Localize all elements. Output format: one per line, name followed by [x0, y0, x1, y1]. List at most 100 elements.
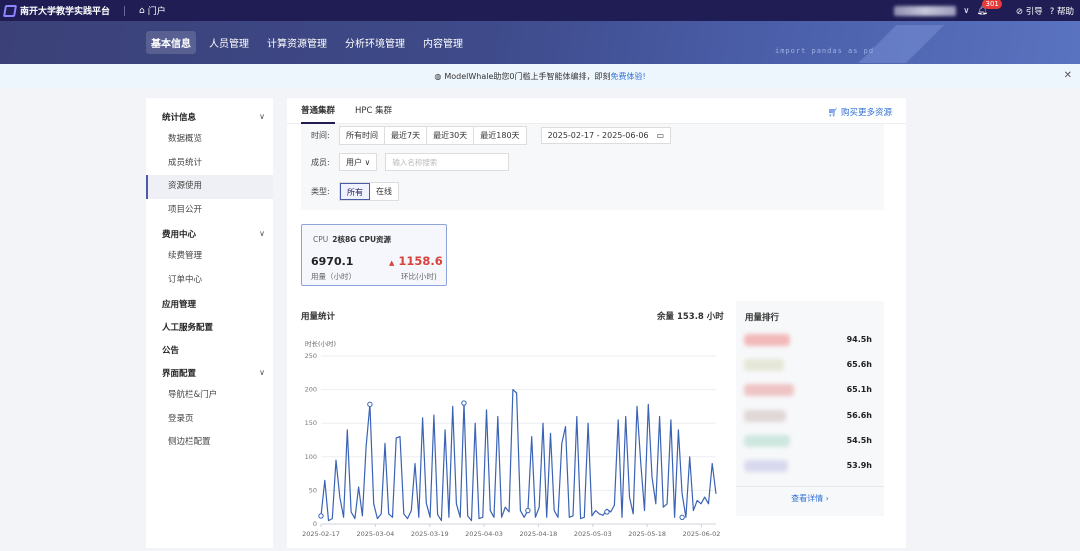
usage-line-chart: 时长(小时) 0 50 100 150 200 250 2025-02-17 2025-03-0… [302, 339, 721, 538]
resource-card-title: CPU 2核8G CPU资源 [313, 234, 391, 245]
resource-name: 2核8G CPU资源 [332, 235, 392, 244]
x-tick-label: 2025-06-02 [683, 530, 721, 538]
chevron-up-icon: ∨ [259, 112, 265, 121]
sidebar-group-ui-config[interactable]: 界面配置 ∨ [146, 361, 273, 384]
notice-text: ModelWhale助您0门槛上手智能体编排，即刻 [444, 71, 611, 81]
ranking-value: 53.9h [846, 461, 872, 470]
guide-link[interactable]: ⊘ 引导 [1016, 5, 1043, 17]
sidebar-group-label: 人工服务配置 [162, 322, 214, 333]
usage-label: 用量（小时） [311, 272, 356, 281]
ranking-name-blurred [744, 384, 794, 396]
type-label: 类型: [311, 187, 330, 196]
ranking-row: 94.5h [742, 332, 872, 348]
time-option-30d[interactable]: 最近30天 [427, 127, 475, 144]
ranking-name-blurred [744, 359, 784, 371]
help-link[interactable]: ? 帮助 [1050, 5, 1074, 17]
x-tick-label: 2025-02-17 [302, 530, 340, 538]
resource-tag: CPU [313, 235, 329, 244]
change-value: 1158.6 [398, 254, 443, 268]
buy-label: 购买更多资源 [840, 108, 892, 118]
sidebar-item-login-page[interactable]: 登录页 [146, 408, 273, 432]
sidebar-item-member-stats[interactable]: 成员统计 [146, 152, 273, 176]
resource-card[interactable]: CPU 2核8G CPU资源 6970.1 用量（小时） ▲ 1158.6 环比(… [301, 224, 447, 286]
brand-name: 南开大学教学实践平台 [20, 7, 111, 17]
member-label: 成员: [311, 157, 330, 167]
y-tick-label: 150 [305, 419, 317, 427]
ranking-value: 65.1h [846, 385, 872, 394]
sidebar-item-sidebar-config[interactable]: 侧边栏配置 [146, 431, 273, 455]
chevron-down-icon: ∨ [364, 158, 371, 167]
nav-analysis-env[interactable]: 分析环境管理 [340, 31, 410, 54]
chevron-down-icon[interactable]: ∨ [963, 6, 969, 16]
sidebar-item-resource-usage[interactable]: 资源使用 [146, 175, 273, 199]
ranking-value: 54.5h [846, 436, 872, 445]
y-tick-label: 100 [305, 453, 317, 461]
nav-basic-info[interactable]: 基本信息 [146, 30, 196, 54]
banner-code-text: import pandas as pd [775, 47, 875, 55]
sidebar-item-project-public[interactable]: 项目公开 [146, 199, 273, 223]
data-point [679, 514, 685, 520]
sidebar-item-renewal[interactable]: 续费管理 [146, 245, 273, 269]
view-details-link[interactable]: 查看详情 › [736, 486, 884, 504]
calendar-icon: ▭ [656, 131, 665, 140]
sidebar-item-navbar-portal[interactable]: 导航栏&门户 [146, 384, 273, 408]
tab-hpc-cluster[interactable]: HPC 集群 [355, 98, 392, 124]
time-filter-row: 时间: 所有时间 最近7天 最近30天 最近180天 2025-02-17 - … [311, 126, 672, 145]
main-content: 普通集群 HPC 集群 🛒︎ 购买更多资源 时间: 所有时间 最近7天 最近30… [287, 98, 906, 548]
sidebar-item-orders[interactable]: 订单中心 [146, 269, 273, 293]
sidebar-group-stats[interactable]: 统计信息 ∨ [146, 105, 273, 128]
type-option-online[interactable]: 在线 [370, 183, 398, 200]
tab-normal-cluster[interactable]: 普通集群 [301, 98, 336, 124]
cluster-tabs: 普通集群 HPC 集群 [287, 98, 906, 124]
sidebar-item-data-overview[interactable]: 数据概览 [146, 128, 273, 152]
change-label: 环比(小时) [401, 272, 437, 281]
ranking-row: 54.5h [742, 433, 872, 449]
username-blurred[interactable] [894, 5, 957, 16]
sidebar-group-billing[interactable]: 费用中心 ∨ [146, 222, 273, 245]
nav-content[interactable]: 内容管理 [418, 31, 468, 54]
ranking-name-blurred [744, 410, 786, 422]
ranking-title: 用量排行 [745, 313, 780, 323]
notice-link[interactable]: 免费体验! [610, 71, 645, 82]
nav-compute[interactable]: 计算资源管理 [262, 31, 332, 54]
member-search-input[interactable]: 输入名称搜索 [385, 153, 510, 171]
nav-personnel[interactable]: 人员管理 [204, 31, 254, 54]
type-option-all[interactable]: 所有 [340, 183, 370, 200]
time-option-7d[interactable]: 最近7天 [385, 127, 428, 144]
sidebar-group-label: 界面配置 [162, 368, 197, 379]
ranking-row: 53.9h [742, 458, 872, 474]
x-tick-label: 2025-03-04 [356, 530, 394, 538]
ranking-row: 65.6h [742, 357, 872, 373]
time-option-all[interactable]: 所有时间 [340, 127, 385, 144]
sidebar-group-apps[interactable]: 应用管理 [146, 292, 273, 315]
usage-ranking-panel: 用量排行 94.5h 65.6h 65.1h 56.6h 54.5h 53.9h… [736, 301, 884, 516]
ranking-row: 56.6h [742, 408, 872, 424]
data-point [604, 509, 610, 515]
date-range-picker[interactable]: 2025-02-17 - 2025-06-06 ▭ [540, 127, 672, 144]
sidebar-group-announcement[interactable]: 公告 [146, 338, 273, 361]
buy-more-resources-link[interactable]: 🛒︎ 购买更多资源 [827, 106, 892, 118]
change-value-wrap: ▲ 1158.6 [389, 254, 443, 268]
y-tick-label: 200 [305, 386, 317, 394]
sidebar-group-manual-service[interactable]: 人工服务配置 [146, 315, 273, 338]
member-select-value: 用户 [346, 158, 362, 167]
type-segment: 所有 在线 [339, 182, 399, 201]
x-tick-label: 2025-05-18 [628, 530, 666, 538]
ranking-name-blurred [744, 460, 788, 472]
balance-text: 余量 153.8 小时 [657, 312, 724, 322]
divider [124, 5, 126, 16]
chevron-up-icon: ∨ [259, 229, 265, 238]
usage-series-line [320, 388, 717, 522]
brand[interactable]: 南开大学教学实践平台 [2, 4, 111, 17]
x-tick-label: 2025-04-03 [465, 530, 503, 538]
member-type-select[interactable]: 用户 ∨ [339, 153, 378, 171]
time-segment: 所有时间 最近7天 最近30天 最近180天 [339, 126, 527, 145]
y-tick-label: 250 [305, 352, 317, 360]
portal-link[interactable]: ⌂ 门户 [139, 4, 166, 18]
usage-chart-title: 用量统计 [301, 312, 336, 322]
ranking-row: 65.1h [742, 382, 872, 398]
close-icon[interactable]: ✕ [1064, 70, 1072, 81]
time-option-180d[interactable]: 最近180天 [474, 127, 525, 144]
data-point [525, 507, 531, 514]
notification-bell-icon[interactable]: 🔔︎ 301 [976, 0, 1002, 16]
